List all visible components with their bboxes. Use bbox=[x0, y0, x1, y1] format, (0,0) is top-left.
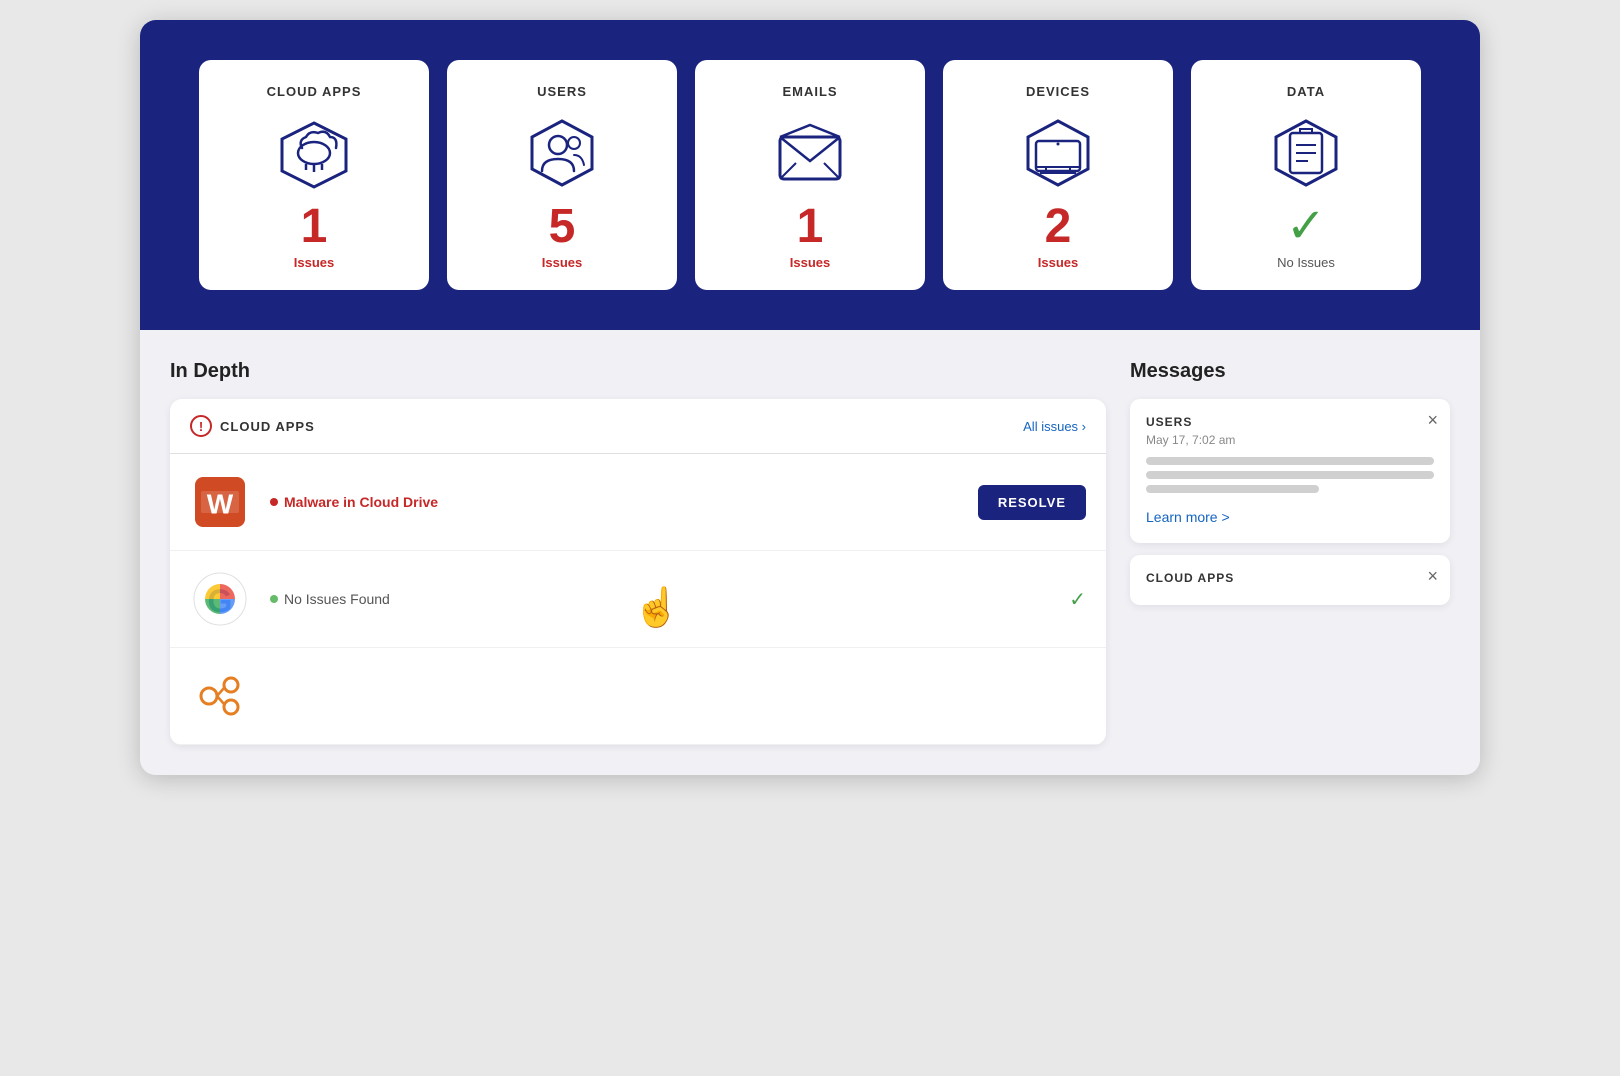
messages-column: Messages × USERS May 17, 7:02 am Learn m… bbox=[1130, 360, 1450, 745]
panel-header-title: CLOUD APPS bbox=[220, 419, 315, 434]
message-card-users: × USERS May 17, 7:02 am Learn more > bbox=[1130, 399, 1450, 543]
alert-icon: ! bbox=[190, 415, 212, 437]
card-cloud-apps-title: CLOUD APPS bbox=[267, 84, 362, 99]
devices-icon bbox=[1018, 115, 1098, 195]
message-users-time: May 17, 7:02 am bbox=[1146, 433, 1434, 447]
card-data[interactable]: DATA ✓ No Issues bbox=[1191, 60, 1421, 290]
message-line-3 bbox=[1146, 485, 1319, 493]
message-close-button-users[interactable]: × bbox=[1427, 411, 1438, 429]
issue-dot-red bbox=[270, 498, 278, 506]
panel-header-left: ! CLOUD APPS bbox=[190, 415, 315, 437]
message-users-title: USERS bbox=[1146, 415, 1434, 429]
message-line-2 bbox=[1146, 471, 1434, 479]
data-no-issues: ✓ No Issues bbox=[1277, 203, 1335, 270]
in-depth-column: In Depth ! CLOUD APPS All issues › bbox=[170, 360, 1106, 745]
card-devices-title: DEVICES bbox=[1026, 84, 1090, 99]
top-section: CLOUD APPS 1 Issues bbox=[140, 20, 1480, 330]
card-emails-title: EMAILS bbox=[782, 84, 837, 99]
all-issues-link[interactable]: All issues › bbox=[1023, 419, 1086, 434]
panel-header: ! CLOUD APPS All issues › bbox=[170, 399, 1106, 454]
no-issues-text: No Issues Found bbox=[270, 591, 1049, 607]
devices-count: 2 bbox=[1038, 203, 1078, 251]
cloud-apps-icon bbox=[274, 115, 354, 195]
google-issue: No Issues Found bbox=[270, 591, 1049, 607]
in-depth-title: In Depth bbox=[170, 360, 1106, 383]
emails-issues-label: Issues bbox=[790, 255, 830, 270]
message-line-1 bbox=[1146, 457, 1434, 465]
google-checkmark-icon: ✓ bbox=[1069, 587, 1086, 612]
data-icon bbox=[1266, 115, 1346, 195]
emails-count: 1 bbox=[790, 203, 830, 251]
card-users[interactable]: USERS 5 Issues bbox=[447, 60, 677, 290]
card-users-title: USERS bbox=[537, 84, 587, 99]
other-app-logo bbox=[190, 666, 250, 726]
messages-title: Messages bbox=[1130, 360, 1450, 383]
microsoft-logo: W bbox=[190, 472, 250, 532]
svg-text:W: W bbox=[207, 489, 234, 520]
google-logo: G bbox=[190, 569, 250, 629]
microsoft-issue: Malware in Cloud Drive bbox=[270, 494, 958, 510]
app-row-microsoft: W Malware in Cloud Drive RESOLVE bbox=[170, 454, 1106, 551]
devices-issues-label: Issues bbox=[1038, 255, 1078, 270]
cloud-apps-count: 1 bbox=[294, 203, 334, 251]
main-container: CLOUD APPS 1 Issues bbox=[140, 20, 1480, 775]
app-row-google: G No Issues Found bbox=[170, 551, 1106, 648]
message-cloud-apps-title: CLOUD APPS bbox=[1146, 571, 1434, 585]
emails-icon bbox=[770, 115, 850, 195]
data-no-issues-label: No Issues bbox=[1277, 255, 1335, 270]
bottom-section: In Depth ! CLOUD APPS All issues › bbox=[140, 330, 1480, 775]
data-checkmark-icon: ✓ bbox=[1286, 203, 1326, 251]
resolve-button[interactable]: RESOLVE bbox=[978, 485, 1086, 520]
learn-more-link[interactable]: Learn more > bbox=[1146, 509, 1230, 525]
card-data-title: DATA bbox=[1287, 84, 1325, 99]
cards-row: CLOUD APPS 1 Issues bbox=[170, 60, 1450, 290]
malware-issue-text: Malware in Cloud Drive bbox=[270, 494, 958, 510]
message-card-cloud-apps: × CLOUD APPS bbox=[1130, 555, 1450, 605]
card-devices[interactable]: DEVICES 2 Issues bbox=[943, 60, 1173, 290]
users-issues-label: Issues bbox=[542, 255, 582, 270]
users-icon bbox=[522, 115, 602, 195]
card-cloud-apps[interactable]: CLOUD APPS 1 Issues bbox=[199, 60, 429, 290]
app-row-other bbox=[170, 648, 1106, 745]
users-count: 5 bbox=[542, 203, 582, 251]
cloud-apps-issues-label: Issues bbox=[294, 255, 334, 270]
card-emails[interactable]: EMAILS 1 Issues bbox=[695, 60, 925, 290]
in-depth-panel: ! CLOUD APPS All issues › W bbox=[170, 399, 1106, 745]
message-close-button-cloud-apps[interactable]: × bbox=[1427, 567, 1438, 585]
issue-dot-green bbox=[270, 595, 278, 603]
